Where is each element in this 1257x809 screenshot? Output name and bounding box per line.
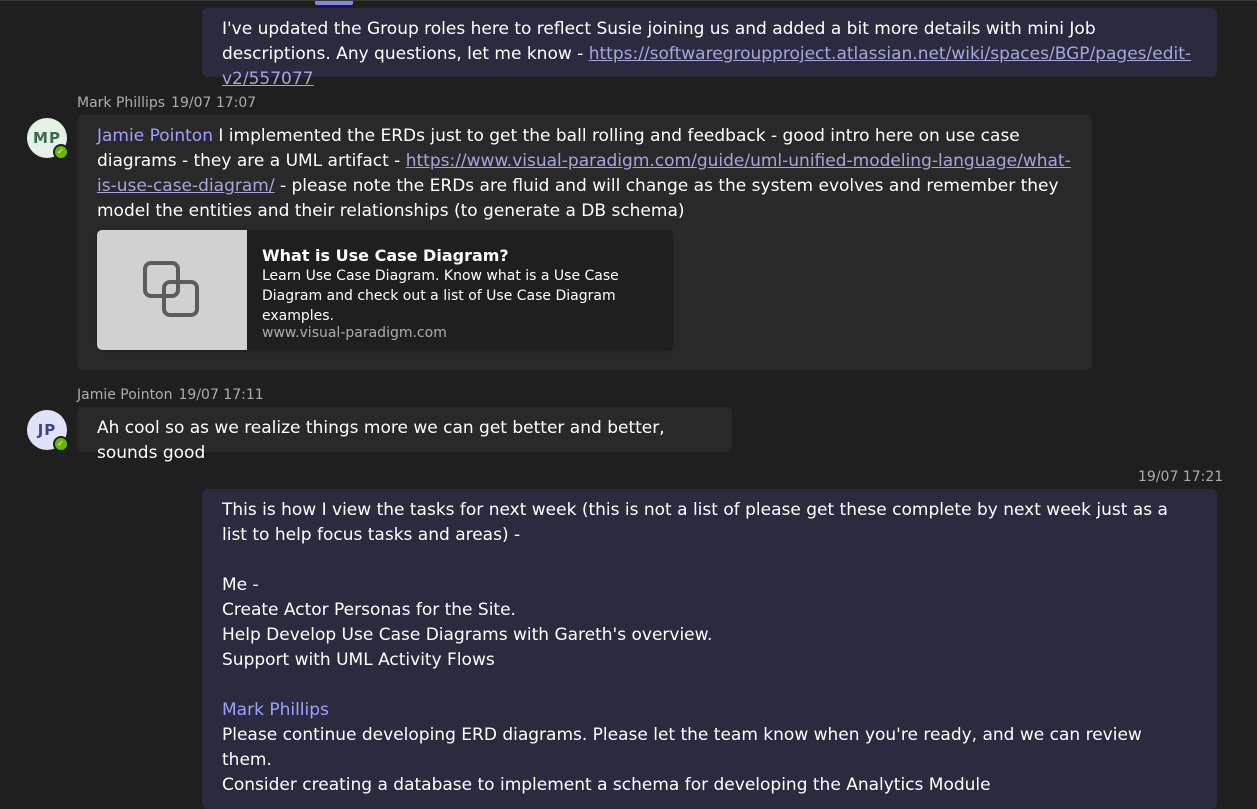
message-timestamp: 19/07 17:11 <box>178 387 264 403</box>
link-preview-card[interactable]: What is Use Case Diagram? Learn Use Case… <box>97 230 673 350</box>
task-item: Support with UML Activity Flows <box>222 650 495 670</box>
task-item: Help Develop Use Case Diagrams with Gare… <box>222 625 713 645</box>
top-divider <box>0 0 1257 6</box>
avatar[interactable]: JP ✓ <box>27 410 69 452</box>
section-label: Me - <box>222 575 259 595</box>
message-self-tasks[interactable]: This is how I view the tasks for next we… <box>202 489 1217 809</box>
message-intro: This is how I view the tasks for next we… <box>222 500 1168 545</box>
task-item: Consider creating a database to implemen… <box>222 775 991 795</box>
link-preview-domain: www.visual-paradigm.com <box>262 325 447 341</box>
message-header: Mark Phillips 19/07 17:07 <box>77 95 256 111</box>
message-text: Ah cool so as we realize things more we … <box>97 418 665 463</box>
message-erd-intro[interactable]: Jamie Pointon I implemented the ERDs jus… <box>77 115 1092 370</box>
link-icon <box>143 261 199 317</box>
presence-available-icon: ✓ <box>53 436 69 452</box>
message-self-group-roles[interactable]: I've updated the Group roles here to ref… <box>202 8 1217 89</box>
active-indicator <box>315 1 353 5</box>
mention[interactable]: Jamie Pointon <box>97 126 213 146</box>
link-preview-title[interactable]: What is Use Case Diagram? <box>262 243 509 268</box>
author-name[interactable]: Mark Phillips <box>77 95 165 111</box>
avatar[interactable]: MP ✓ <box>27 118 69 160</box>
message-timestamp: 19/07 17:07 <box>171 95 257 111</box>
task-item: Please continue developing ERD diagrams.… <box>222 725 1142 770</box>
presence-available-icon: ✓ <box>53 144 69 160</box>
message-header: Jamie Pointon 19/07 17:11 <box>77 387 264 403</box>
message-timestamp: 19/07 17:21 <box>1138 469 1224 485</box>
mention[interactable]: Mark Phillips <box>222 698 1197 723</box>
author-name[interactable]: Jamie Pointon <box>77 387 173 403</box>
link-preview-thumbnail <box>97 230 247 350</box>
task-item: Create Actor Personas for the Site. <box>222 600 516 620</box>
avatar-initials: JP <box>37 421 57 439</box>
message-reply[interactable]: Ah cool so as we realize things more we … <box>77 407 732 463</box>
link-preview-description: Learn Use Case Diagram. Know what is a U… <box>262 268 619 324</box>
